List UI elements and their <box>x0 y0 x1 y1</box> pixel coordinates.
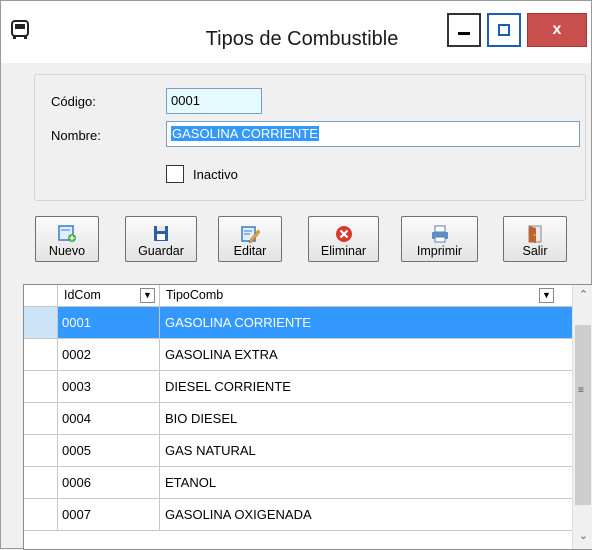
form-panel: Código: 0001 Nombre: GASOLINA CORRIENTE … <box>34 74 586 201</box>
maximize-icon <box>498 24 510 36</box>
editar-button[interactable]: Editar <box>218 216 282 262</box>
cell-idcom[interactable]: 0002 <box>58 339 160 370</box>
table-row[interactable]: 0007 GASOLINA OXIGENADA <box>24 499 572 531</box>
nuevo-button[interactable]: Nuevo <box>35 216 99 262</box>
row-indicator[interactable] <box>24 499 58 530</box>
cell-tipocomb[interactable]: GAS NATURAL <box>160 435 572 466</box>
cell-idcom[interactable]: 0001 <box>58 307 160 338</box>
scroll-up-icon[interactable]: ⌃ <box>573 288 592 306</box>
nombre-value: GASOLINA CORRIENTE <box>171 126 319 141</box>
scroll-down-icon[interactable]: ⌄ <box>573 529 592 547</box>
minimize-icon <box>458 32 470 35</box>
row-indicator[interactable] <box>24 435 58 466</box>
grip-icon: ≡ <box>578 385 584 396</box>
column-header-tipocomb[interactable]: TipoComb ▼ <box>160 285 572 307</box>
inactivo-checkbox[interactable] <box>166 165 184 183</box>
cell-idcom[interactable]: 0004 <box>58 403 160 434</box>
codigo-input[interactable]: 0001 <box>166 88 262 114</box>
eliminar-button[interactable]: Eliminar <box>308 216 379 262</box>
column-header-idcom-label: IdCom <box>64 288 101 302</box>
printer-icon <box>431 225 448 243</box>
salir-label: Salir <box>522 244 548 258</box>
row-indicator-header <box>24 285 58 307</box>
eliminar-label: Eliminar <box>320 244 367 258</box>
table-row[interactable]: 0001 GASOLINA CORRIENTE <box>24 307 572 339</box>
row-indicator[interactable] <box>24 307 58 338</box>
guardar-button[interactable]: Guardar <box>125 216 197 262</box>
table-header: IdCom ▼ TipoComb ▼ <box>24 285 572 307</box>
inactivo-label: Inactivo <box>193 167 238 182</box>
exit-door-icon <box>528 225 542 243</box>
scroll-thumb[interactable] <box>575 325 591 505</box>
editar-label: Editar <box>233 244 267 258</box>
table-row[interactable]: 0002 GASOLINA EXTRA <box>24 339 572 371</box>
cell-tipocomb[interactable]: GASOLINA EXTRA <box>160 339 572 370</box>
minimize-button[interactable] <box>447 13 481 47</box>
nuevo-label: Nuevo <box>48 244 86 258</box>
cell-tipocomb[interactable]: ETANOL <box>160 467 572 498</box>
cell-tipocomb[interactable]: DIESEL CORRIENTE <box>160 371 572 402</box>
column-header-idcom[interactable]: IdCom ▼ <box>58 285 160 307</box>
guardar-label: Guardar <box>138 244 184 258</box>
table-row[interactable]: 0004 BIO DIESEL <box>24 403 572 435</box>
imprimir-button[interactable]: Imprimir <box>401 216 478 262</box>
imprimir-label: Imprimir <box>416 244 463 258</box>
row-indicator[interactable] <box>24 339 58 370</box>
vertical-scrollbar[interactable]: ⌃ ≡ ⌄ <box>572 285 592 549</box>
main-window: Tipos de Combustible x Código: 0001 Nomb… <box>0 0 592 550</box>
cell-idcom[interactable]: 0006 <box>58 467 160 498</box>
row-indicator[interactable] <box>24 371 58 402</box>
salir-button[interactable]: Salir <box>503 216 567 262</box>
close-icon: x <box>552 21 562 38</box>
cell-idcom[interactable]: 0007 <box>58 499 160 530</box>
codigo-label: Código: <box>51 94 96 109</box>
table-row[interactable]: 0005 GAS NATURAL <box>24 435 572 467</box>
save-icon <box>154 226 168 241</box>
title-bar[interactable]: Tipos de Combustible x <box>1 1 591 63</box>
edit-icon <box>241 226 260 243</box>
nombre-label: Nombre: <box>51 128 101 143</box>
cell-idcom[interactable]: 0003 <box>58 371 160 402</box>
maximize-button[interactable] <box>487 13 521 47</box>
nombre-input[interactable]: GASOLINA CORRIENTE <box>166 121 580 147</box>
combustible-table[interactable]: IdCom ▼ TipoComb ▼ 0001 GASOLINA CORRIENT… <box>23 284 592 550</box>
new-record-icon <box>58 225 76 242</box>
filter-dropdown-icon[interactable]: ▼ <box>140 288 155 303</box>
cell-tipocomb[interactable]: BIO DIESEL <box>160 403 572 434</box>
close-button[interactable]: x <box>527 13 587 47</box>
row-indicator[interactable] <box>24 403 58 434</box>
cell-idcom[interactable]: 0005 <box>58 435 160 466</box>
cell-tipocomb[interactable]: GASOLINA CORRIENTE <box>160 307 572 338</box>
table-row[interactable]: 0006 ETANOL <box>24 467 572 499</box>
delete-icon <box>335 226 352 242</box>
table-row[interactable]: 0003 DIESEL CORRIENTE <box>24 371 572 403</box>
row-indicator[interactable] <box>24 467 58 498</box>
cell-tipocomb[interactable]: GASOLINA OXIGENADA <box>160 499 572 530</box>
filter-dropdown-icon[interactable]: ▼ <box>539 288 554 303</box>
column-header-tipocomb-label: TipoComb <box>166 288 224 302</box>
